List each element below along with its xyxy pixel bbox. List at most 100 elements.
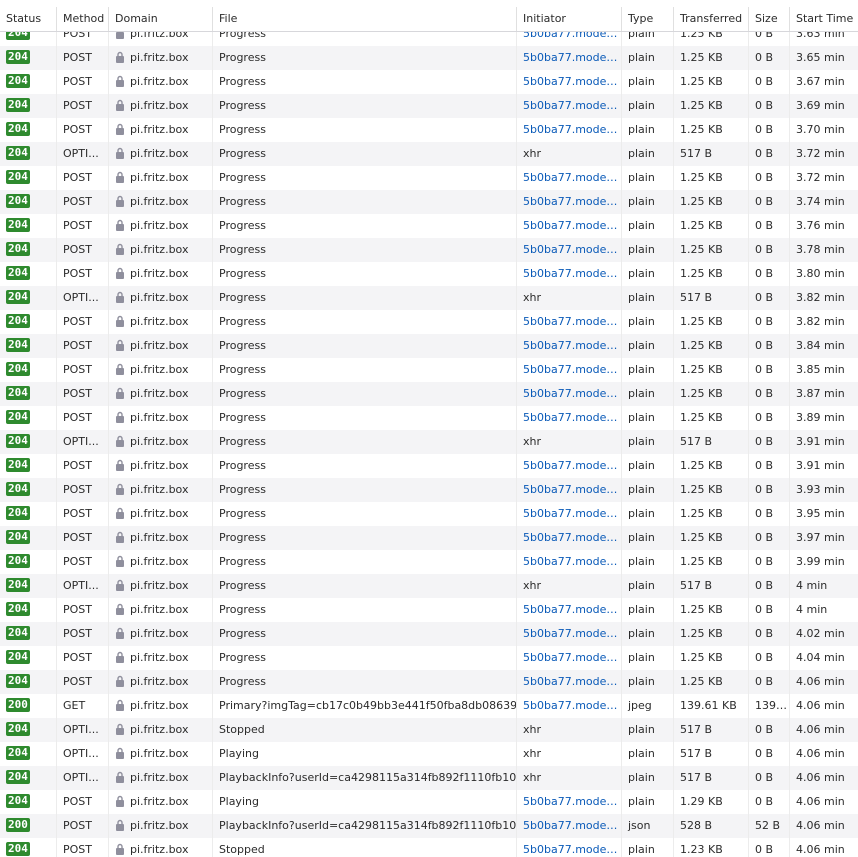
column-header-size[interactable]: Size (748, 7, 789, 31)
initiator-cell[interactable]: 5b0ba77.modern... (516, 32, 621, 46)
table-row[interactable]: 204 POST pi.fritz.box Progress 5b0ba77.m… (0, 70, 858, 94)
initiator-cell[interactable]: 5b0ba77.modern... (516, 790, 621, 814)
transferred-cell: 1.25 KB (673, 190, 748, 214)
size-cell: 0 B (748, 262, 789, 286)
table-row[interactable]: 204 POST pi.fritz.box Progress 5b0ba77.m… (0, 334, 858, 358)
status-cell: 200 (0, 694, 56, 718)
start-time-cell: 3.67 min (789, 70, 858, 94)
request-list[interactable]: 204 POST pi.fritz.box Progress 5b0ba77.m… (0, 32, 858, 857)
initiator-cell[interactable]: 5b0ba77.modern... (516, 406, 621, 430)
initiator-cell[interactable]: 5b0ba77.modern... (516, 262, 621, 286)
domain-text: pi.fritz.box (130, 627, 189, 640)
transferred-cell: 517 B (673, 766, 748, 790)
table-row[interactable]: 204 POST pi.fritz.box Progress 5b0ba77.m… (0, 406, 858, 430)
table-row[interactable]: 204 POST pi.fritz.box Progress 5b0ba77.m… (0, 646, 858, 670)
type-cell: plain (621, 286, 673, 310)
initiator-cell[interactable]: 5b0ba77.modern... (516, 622, 621, 646)
initiator-cell[interactable]: 5b0ba77.modern... (516, 478, 621, 502)
table-row[interactable]: 204 POST pi.fritz.box Progress 5b0ba77.m… (0, 310, 858, 334)
column-header-method[interactable]: Method (56, 7, 108, 31)
initiator-cell[interactable]: 5b0ba77.modern... (516, 118, 621, 142)
status-cell: 204 (0, 670, 56, 694)
initiator-cell[interactable]: 5b0ba77.modern... (516, 382, 621, 406)
column-header-domain[interactable]: Domain (108, 7, 212, 31)
initiator-cell[interactable]: 5b0ba77.modern... (516, 190, 621, 214)
initiator-cell[interactable]: 5b0ba77.modern... (516, 646, 621, 670)
table-row[interactable]: 204 POST pi.fritz.box Progress 5b0ba77.m… (0, 502, 858, 526)
table-row[interactable]: 204 POST pi.fritz.box Progress 5b0ba77.m… (0, 94, 858, 118)
initiator-cell[interactable]: 5b0ba77.modern... (516, 838, 621, 857)
table-row[interactable]: 204 OPTI... pi.fritz.box Progress xhr pl… (0, 286, 858, 310)
file-cell: Progress (212, 46, 516, 70)
start-time-cell: 3.87 min (789, 382, 858, 406)
column-header-initiator[interactable]: Initiator (516, 7, 621, 31)
status-badge: 204 (6, 338, 30, 352)
table-row[interactable]: 204 POST pi.fritz.box Progress 5b0ba77.m… (0, 262, 858, 286)
initiator-cell[interactable]: 5b0ba77.modern... (516, 454, 621, 478)
initiator-cell[interactable]: 5b0ba77.modern... (516, 166, 621, 190)
initiator-cell[interactable]: 5b0ba77.modern... (516, 46, 621, 70)
type-cell: plain (621, 406, 673, 430)
column-header-start-time[interactable]: Start Time (789, 7, 858, 31)
table-row[interactable]: 204 POST pi.fritz.box Progress 5b0ba77.m… (0, 166, 858, 190)
type-cell: jpeg (621, 694, 673, 718)
start-time-cell: 3.91 min (789, 430, 858, 454)
column-header-file[interactable]: File (212, 7, 516, 31)
lock-icon (116, 243, 124, 255)
initiator-cell: xhr (516, 742, 621, 766)
table-row[interactable]: 204 POST pi.fritz.box Progress 5b0ba77.m… (0, 382, 858, 406)
table-row[interactable]: 204 POST pi.fritz.box Progress 5b0ba77.m… (0, 190, 858, 214)
size-cell: 0 B (748, 142, 789, 166)
table-row[interactable]: 204 OPTI... pi.fritz.box PlaybackInfo?us… (0, 766, 858, 790)
table-row[interactable]: 204 POST pi.fritz.box Progress 5b0ba77.m… (0, 118, 858, 142)
table-row[interactable]: 204 POST pi.fritz.box Progress 5b0ba77.m… (0, 454, 858, 478)
table-row[interactable]: 204 OPTI... pi.fritz.box Progress xhr pl… (0, 574, 858, 598)
table-row[interactable]: 204 POST pi.fritz.box Progress 5b0ba77.m… (0, 46, 858, 70)
table-row[interactable]: 204 POST pi.fritz.box Progress 5b0ba77.m… (0, 32, 858, 46)
table-row[interactable]: 204 POST pi.fritz.box Stopped 5b0ba77.mo… (0, 838, 858, 857)
table-row[interactable]: 204 POST pi.fritz.box Playing 5b0ba77.mo… (0, 790, 858, 814)
table-row[interactable]: 204 POST pi.fritz.box Progress 5b0ba77.m… (0, 478, 858, 502)
size-cell: 0 B (748, 238, 789, 262)
initiator-cell[interactable]: 5b0ba77.modern... (516, 670, 621, 694)
initiator-cell[interactable]: 5b0ba77.modern... (516, 310, 621, 334)
table-row[interactable]: 204 POST pi.fritz.box Progress 5b0ba77.m… (0, 670, 858, 694)
table-row[interactable]: 204 OPTI... pi.fritz.box Stopped xhr pla… (0, 718, 858, 742)
domain-text: pi.fritz.box (130, 291, 189, 304)
initiator-cell[interactable]: 5b0ba77.modern... (516, 550, 621, 574)
initiator-cell[interactable]: 5b0ba77.modern... (516, 334, 621, 358)
initiator-cell[interactable]: 5b0ba77.modern... (516, 694, 621, 718)
lock-icon (116, 339, 124, 351)
start-time-cell: 3.69 min (789, 94, 858, 118)
initiator-cell[interactable]: 5b0ba77.modern... (516, 502, 621, 526)
size-cell: 0 B (748, 46, 789, 70)
table-row[interactable]: 200 POST pi.fritz.box PlaybackInfo?userI… (0, 814, 858, 838)
status-badge: 204 (6, 602, 30, 616)
domain-text: pi.fritz.box (130, 435, 189, 448)
method-cell: POST (56, 406, 108, 430)
table-row[interactable]: 200 GET pi.fritz.box Primary?imgTag=cb17… (0, 694, 858, 718)
initiator-cell[interactable]: 5b0ba77.modern... (516, 238, 621, 262)
initiator-cell[interactable]: 5b0ba77.modern... (516, 598, 621, 622)
initiator-cell[interactable]: 5b0ba77.modern... (516, 814, 621, 838)
table-row[interactable]: 204 POST pi.fritz.box Progress 5b0ba77.m… (0, 550, 858, 574)
table-row[interactable]: 204 OPTI... pi.fritz.box Progress xhr pl… (0, 430, 858, 454)
column-header-status[interactable]: Status (0, 7, 56, 31)
column-header-transferred[interactable]: Transferred (673, 7, 748, 31)
table-row[interactable]: 204 OPTI... pi.fritz.box Playing xhr pla… (0, 742, 858, 766)
table-row[interactable]: 204 OPTI... pi.fritz.box Progress xhr pl… (0, 142, 858, 166)
table-row[interactable]: 204 POST pi.fritz.box Progress 5b0ba77.m… (0, 622, 858, 646)
initiator-cell[interactable]: 5b0ba77.modern... (516, 358, 621, 382)
initiator-cell[interactable]: 5b0ba77.modern... (516, 70, 621, 94)
table-row[interactable]: 204 POST pi.fritz.box Progress 5b0ba77.m… (0, 358, 858, 382)
type-cell: plain (621, 190, 673, 214)
initiator-cell[interactable]: 5b0ba77.modern... (516, 94, 621, 118)
table-row[interactable]: 204 POST pi.fritz.box Progress 5b0ba77.m… (0, 214, 858, 238)
initiator-cell[interactable]: 5b0ba77.modern... (516, 526, 621, 550)
table-row[interactable]: 204 POST pi.fritz.box Progress 5b0ba77.m… (0, 526, 858, 550)
size-cell: 0 B (748, 70, 789, 94)
column-header-type[interactable]: Type (621, 7, 673, 31)
initiator-cell[interactable]: 5b0ba77.modern... (516, 214, 621, 238)
table-row[interactable]: 204 POST pi.fritz.box Progress 5b0ba77.m… (0, 598, 858, 622)
table-row[interactable]: 204 POST pi.fritz.box Progress 5b0ba77.m… (0, 238, 858, 262)
